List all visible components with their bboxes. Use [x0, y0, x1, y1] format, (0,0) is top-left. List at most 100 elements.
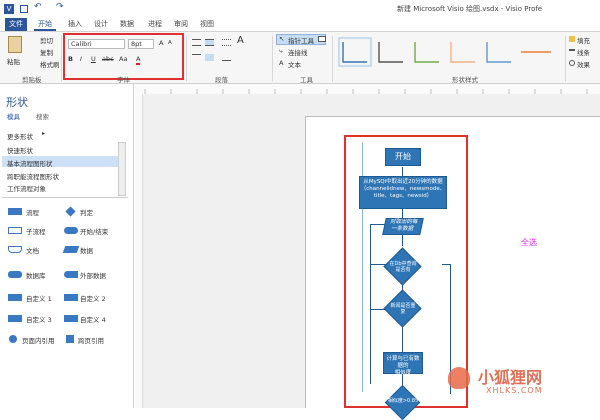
- copy-button[interactable]: 复制: [40, 47, 53, 57]
- shapes-panel: 形状 模具 搜索 更多形状 ▸ 快速形状 基本流程图形状 跨职能流程图形状 工作…: [0, 84, 134, 408]
- more-shapes-button[interactable]: 更多形状: [7, 131, 33, 141]
- save-icon[interactable]: [20, 5, 28, 13]
- shape-document[interactable]: 文档: [26, 245, 39, 255]
- shape-start-end[interactable]: 开始/结束: [80, 226, 108, 236]
- text-icon: A: [279, 59, 284, 67]
- fill-icon: [569, 36, 575, 42]
- flow-step-each-record[interactable]: 对取出的每 一条数据: [382, 218, 424, 235]
- shape-external-data[interactable]: 外部数据: [80, 270, 106, 280]
- tab-data[interactable]: 数据: [116, 18, 138, 31]
- process-shape-icon: [8, 208, 22, 215]
- line-button[interactable]: 线条: [577, 47, 590, 57]
- connector-button[interactable]: 连接线: [288, 47, 308, 57]
- shape-styles-group-label: 形状样式: [452, 76, 478, 84]
- stencil-cross-functional[interactable]: 跨职能流程图形状: [7, 171, 59, 181]
- stencil-quick-shapes[interactable]: 快速形状: [7, 145, 33, 155]
- stencil-scrollbar[interactable]: [118, 142, 126, 196]
- strikethrough-button[interactable]: abc: [102, 55, 114, 63]
- shape-decision[interactable]: 判定: [80, 207, 93, 217]
- tab-insert[interactable]: 插入: [64, 18, 86, 31]
- change-case-button[interactable]: Aa: [119, 55, 127, 63]
- shape-subprocess[interactable]: 子流程: [26, 226, 46, 236]
- style-swatch-5: [486, 42, 511, 63]
- paste-icon[interactable]: [8, 36, 22, 53]
- cut-button[interactable]: 剪切: [40, 35, 53, 45]
- align-top-icon[interactable]: [192, 54, 201, 61]
- undo-icon[interactable]: ↶: [34, 2, 42, 12]
- shape-custom-2[interactable]: 自定义 2: [80, 293, 106, 303]
- data-shape-icon: [62, 246, 80, 253]
- pointer-tool-button[interactable]: 指针工具: [288, 35, 314, 45]
- paste-button[interactable]: 粘贴: [7, 56, 20, 66]
- font-group-label: 字体: [117, 76, 130, 84]
- underline-button[interactable]: U: [91, 55, 96, 63]
- align-middle-icon[interactable]: [205, 54, 214, 61]
- shape-custom-3[interactable]: 自定义 3: [26, 314, 52, 324]
- external-data-shape-icon: [64, 271, 78, 278]
- flow-step-query[interactable]: 从MySQl中取出近20分钟的数据 （channelidnew、newsmode…: [359, 176, 447, 209]
- start-end-shape-icon: [64, 227, 78, 234]
- tab-design[interactable]: 设计: [90, 18, 112, 31]
- tab-process[interactable]: 进程: [144, 18, 166, 31]
- watermark-text-cn: 小狐狸网: [478, 368, 543, 387]
- flow-step-similarity[interactable]: 计算与已有数据的 相似度: [383, 352, 423, 376]
- tab-search[interactable]: 搜索: [36, 111, 49, 121]
- tab-home[interactable]: 开始: [34, 18, 56, 31]
- stencil-basic-flowchart[interactable]: 基本流程图形状: [7, 158, 53, 168]
- tab-review[interactable]: 审阅: [170, 18, 192, 31]
- shape-style-gallery[interactable]: [337, 36, 561, 68]
- effect-button[interactable]: 效果: [577, 59, 590, 69]
- database-shape-icon: [8, 271, 22, 278]
- pointer-icon: ↖: [279, 35, 285, 43]
- ribbon: 粘贴 剪切 复制 格式刷 剪贴板 Calibri 8pt A A B I U a…: [0, 31, 600, 84]
- vertical-ruler: [135, 94, 143, 408]
- shape-database[interactable]: 数据库: [26, 270, 46, 280]
- align-left-icon[interactable]: [192, 39, 201, 46]
- fill-button[interactable]: 填充: [577, 35, 590, 45]
- visio-logo-icon: V: [4, 4, 14, 14]
- tab-stencils[interactable]: 模具: [7, 111, 20, 121]
- shape-data[interactable]: 数据: [80, 245, 93, 255]
- document-shape-icon: [8, 246, 22, 253]
- stencil-workflow-objects[interactable]: 工作流程对象: [7, 183, 46, 193]
- title-bar: V ↶ ↷ 新建 Microsoft Visio 绘图.vsdx - Visio…: [0, 0, 600, 17]
- tab-view[interactable]: 视图: [196, 18, 218, 31]
- font-name-select[interactable]: Calibri: [68, 39, 125, 49]
- ribbon-tabs: 文件 开始 插入 设计 数据 进程 审阅 视图: [0, 17, 600, 31]
- shape-on-page-reference[interactable]: 页面内引用: [22, 335, 55, 345]
- shape-process[interactable]: 流程: [26, 207, 39, 217]
- font-size-select[interactable]: 8pt: [128, 39, 154, 49]
- format-painter-button[interactable]: 格式刷: [40, 59, 60, 69]
- text-button[interactable]: 文本: [288, 59, 301, 69]
- font-color-button[interactable]: A: [136, 55, 141, 65]
- italic-button[interactable]: I: [80, 55, 82, 63]
- style-swatch-1: [342, 42, 367, 63]
- text-size-icon[interactable]: A: [237, 35, 244, 46]
- custom4-shape-icon: [64, 315, 78, 322]
- window-title: 新建 Microsoft Visio 绘图.vsdx - Visio Profe: [397, 5, 543, 13]
- flow-start[interactable]: 开始: [385, 148, 421, 166]
- connector-icon: ⤷: [279, 47, 283, 55]
- clipboard-group-label: 剪贴板: [22, 76, 42, 84]
- watermark-text-en: XHLKS.COM: [486, 386, 543, 395]
- shape-custom-1[interactable]: 自定义 1: [26, 293, 52, 303]
- rectangle-icon[interactable]: [318, 36, 326, 42]
- loop-line-left: [370, 224, 371, 384]
- redo-icon[interactable]: ↷: [56, 2, 64, 12]
- drawing-canvas[interactable]: 开始 从MySQl中取出近20分钟的数据 （channelidnew、newsm…: [135, 84, 600, 420]
- bold-button[interactable]: B: [68, 55, 73, 63]
- paragraph-group-label: 段落: [215, 76, 228, 84]
- subprocess-shape-icon: [8, 227, 22, 234]
- style-swatch-4: [450, 42, 475, 63]
- tab-file[interactable]: 文件: [5, 18, 27, 31]
- select-all-label: 全选: [521, 238, 537, 247]
- grow-font-icon[interactable]: A: [159, 39, 163, 47]
- indent-icon[interactable]: [222, 54, 231, 61]
- shape-custom-4[interactable]: 自定义 4: [80, 314, 106, 324]
- decision-shape-icon: [65, 206, 76, 217]
- bullets-icon[interactable]: [222, 39, 231, 46]
- shrink-font-icon[interactable]: A: [168, 40, 172, 46]
- align-center-icon[interactable]: [205, 39, 214, 46]
- horizontal-ruler: [135, 84, 600, 94]
- shape-off-page-reference[interactable]: 跨页引用: [78, 335, 104, 345]
